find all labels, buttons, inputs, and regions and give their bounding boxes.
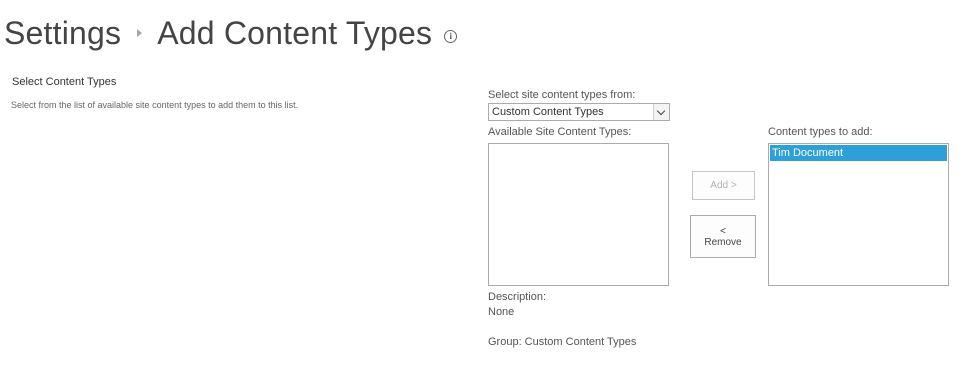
info-icon[interactable]: i — [444, 29, 458, 43]
select-value: Custom Content Types — [492, 106, 604, 118]
content-type-group-select[interactable]: Custom Content Types — [488, 103, 670, 121]
types-to-add-listbox[interactable]: Tim Document — [768, 143, 949, 286]
description-value: None — [488, 306, 515, 318]
group-text: Group: Custom Content Types — [488, 336, 637, 348]
page-title: Add Content Types — [157, 14, 433, 51]
section-description: Select from the list of available site c… — [11, 100, 299, 110]
list-item[interactable]: Tim Document — [770, 145, 947, 161]
breadcrumb: Settings Add Content Types i — [4, 10, 458, 56]
add-button[interactable]: Add > — [692, 171, 755, 200]
section-title: Select Content Types — [12, 76, 117, 88]
types-to-add-label: Content types to add: — [768, 126, 873, 138]
available-types-label: Available Site Content Types: — [488, 126, 632, 138]
available-types-listbox[interactable] — [488, 143, 669, 286]
remove-button[interactable]: < Remove — [690, 215, 756, 258]
chevron-down-icon[interactable] — [653, 104, 669, 120]
breadcrumb-separator-icon — [137, 29, 143, 37]
description-label: Description: — [488, 291, 547, 303]
breadcrumb-settings-link[interactable]: Settings — [4, 15, 121, 52]
select-from-label: Select site content types from: — [488, 89, 636, 101]
